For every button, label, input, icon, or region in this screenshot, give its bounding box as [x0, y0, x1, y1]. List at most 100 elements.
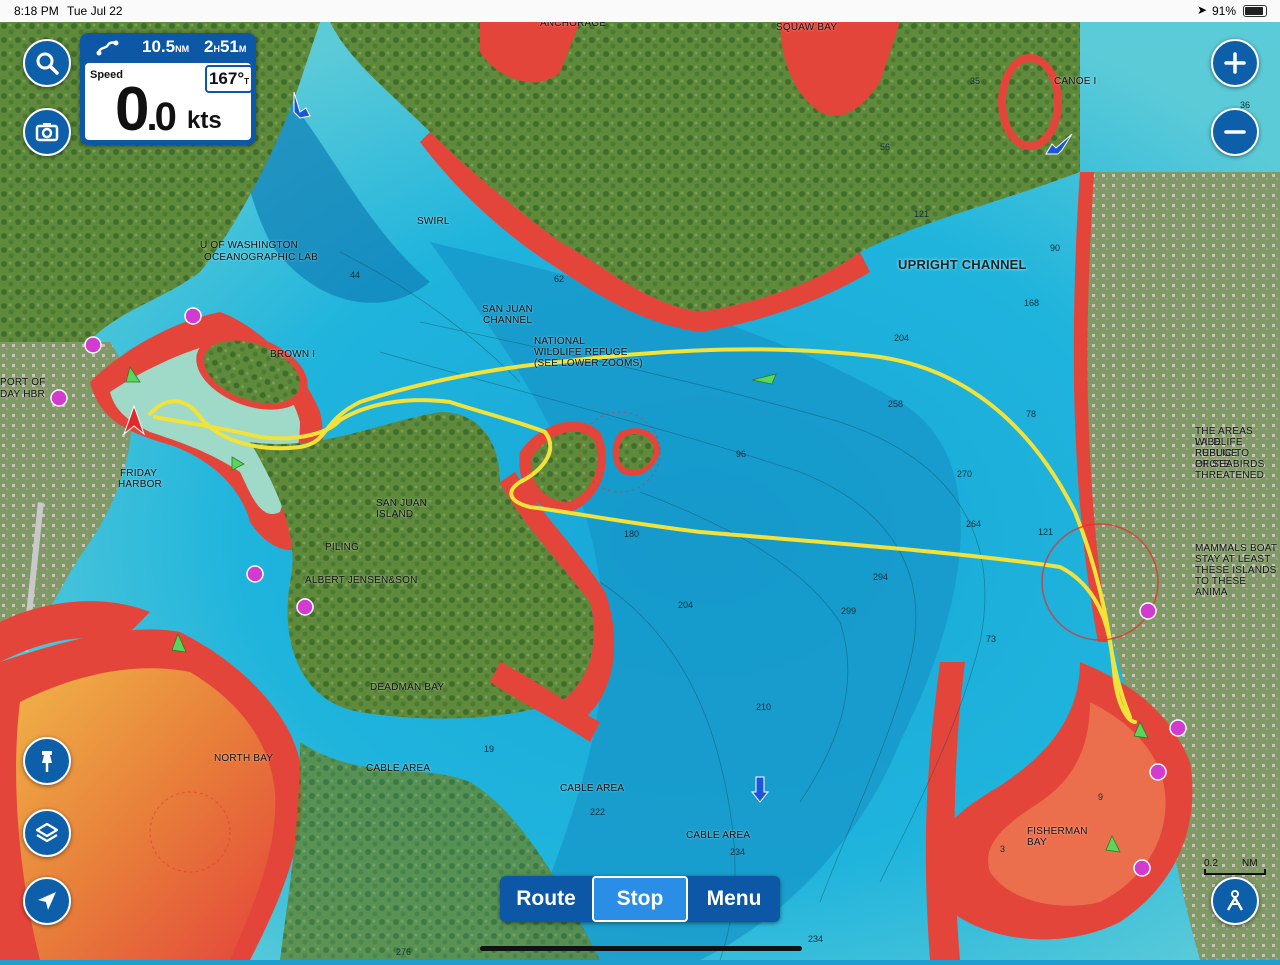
heading-unit: T: [244, 77, 250, 86]
depth-sounding: 44: [350, 270, 361, 280]
label-ocean-lab: OCEANOGRAPHIC LAB: [204, 252, 318, 263]
chart-canvas: [0, 22, 1280, 961]
label-cable-area-3: CABLE AREA: [686, 830, 751, 841]
depth-sounding: 294: [873, 572, 889, 582]
speed-panel: Speed 0.0 kts 167°T: [85, 63, 253, 141]
label-upright-channel: UPRIGHT CHANNEL: [898, 257, 1027, 272]
label-deadman-bay: DEADMAN BAY: [370, 682, 445, 693]
label-friday-harbor-1: FRIDAY: [120, 468, 158, 479]
depth-sounding: 234: [808, 934, 824, 944]
menu-button[interactable]: Menu: [688, 876, 780, 922]
eta-minutes: 51: [219, 37, 239, 56]
depth-sounding: 78: [1026, 409, 1037, 419]
label-fisherman-bay-1: FISHERMAN: [1027, 826, 1088, 837]
depth-sounding: 9: [1098, 792, 1104, 802]
locate-button[interactable]: [23, 877, 71, 925]
depth-sounding: 299: [841, 606, 857, 616]
speed-unit: kts: [187, 107, 222, 134]
zoom-in-button[interactable]: [1211, 39, 1259, 87]
depth-sounding: 96: [736, 449, 747, 459]
battery-icon: [1243, 5, 1267, 17]
depth-sounding: 56: [880, 142, 891, 152]
depth-sounding: 180: [624, 529, 640, 539]
route-icon: [96, 40, 119, 56]
speed-int: 0: [115, 75, 150, 144]
minus-icon: [1224, 130, 1246, 134]
label-cable-area-2: CABLE AREA: [560, 783, 625, 794]
depth-sounding: 62: [554, 274, 565, 284]
label-note2-4: TO THESE ANIMA: [1195, 576, 1247, 598]
depth-sounding: 121: [914, 209, 930, 219]
label-swirl: SWIRL: [417, 216, 450, 227]
label-nwr-3: (SEE LOWER ZOOMS): [534, 358, 643, 369]
label-nwr-1: NATIONAL: [534, 336, 585, 347]
label-nwr-2: WILDLIFE REFUGE: [534, 347, 628, 358]
depth-sounding: 168: [1024, 298, 1040, 308]
depth-sounding: 276: [396, 947, 412, 957]
pin-icon: [42, 751, 52, 772]
scale-unit: NM: [1242, 858, 1258, 869]
location-arrow-status-icon: ➤: [1197, 3, 1208, 17]
distance-value: 10.5: [142, 37, 176, 56]
bottom-toolbar: Route Stop Menu: [500, 876, 780, 922]
heading-readout: 167°T: [205, 65, 253, 93]
home-indicator[interactable]: [480, 946, 802, 951]
pin-button[interactable]: [23, 737, 71, 785]
status-date: Tue Jul 22: [67, 4, 123, 18]
distance-remaining: 10.5NM: [142, 37, 192, 59]
zoom-out-button[interactable]: [1211, 108, 1259, 156]
label-brown-island: BROWN I: [270, 349, 316, 360]
label-note1-5: THREATENED: [1195, 470, 1265, 481]
label-fisherman-bay-2: BAY: [1027, 837, 1047, 848]
layers-icon: [35, 822, 59, 843]
status-bar: 8:18 PM Tue Jul 22 ➤ 91%: [0, 0, 1280, 22]
label-port-of: PORT OF: [0, 377, 46, 388]
label-albert-jensen: ALBERT JENSEN&SON: [305, 575, 418, 586]
battery-percent: 91%: [1212, 4, 1237, 18]
heading-value: 167°: [208, 69, 245, 88]
label-piling: PILING: [325, 542, 359, 553]
plus-icon: [1224, 52, 1246, 74]
depth-sounding: 35: [970, 76, 981, 86]
label-canoe-island: CANOE I: [1054, 76, 1097, 87]
navigation-info-panel[interactable]: 10.5NM 2H51M Speed 0.0 kts 167°T: [80, 33, 256, 145]
label-uow: U OF WASHINGTON: [200, 240, 298, 251]
label-san-juan-island-2: ISLAND: [376, 509, 414, 520]
route-button[interactable]: Route: [500, 876, 592, 922]
depth-sounding: 270: [957, 469, 973, 479]
depth-sounding: 234: [730, 847, 746, 857]
label-friday-harbor-2: HARBOR: [118, 479, 162, 490]
depth-sounding: 19: [484, 744, 495, 754]
label-north-bay: NORTH BAY: [214, 753, 274, 764]
search-icon: [36, 52, 59, 75]
stop-button[interactable]: Stop: [592, 876, 688, 922]
distance-unit: NM: [175, 44, 190, 54]
depth-sounding: 3: [1000, 844, 1006, 854]
person-overboard-button[interactable]: [1211, 877, 1259, 925]
depth-sounding: 222: [590, 807, 606, 817]
depth-sounding: 90: [1050, 243, 1061, 253]
depth-sounding: 73: [986, 634, 997, 644]
depth-sounding: 264: [966, 519, 982, 529]
scale-bar: 0.2 NM: [1204, 858, 1266, 875]
time-remaining: 2H51M: [204, 37, 254, 59]
camera-icon: [35, 123, 59, 142]
depth-sounding: 121: [1038, 527, 1054, 537]
depth-sounding: 204: [678, 600, 694, 610]
search-button[interactable]: [23, 39, 71, 87]
depth-sounding: 210: [756, 702, 772, 712]
label-friday-hbr: DAY HBR: [0, 389, 45, 400]
nautical-chart-map[interactable]: SQUAW BAY ANCHORAGE U OF WASHINGTON OCEA…: [0, 18, 1280, 961]
label-san-juan-channel-2: CHANNEL: [483, 315, 533, 326]
label-san-juan-channel-1: SAN JUAN: [482, 304, 534, 315]
layers-button[interactable]: [23, 809, 71, 857]
label-note1-4: OF SEABIRDS: [1195, 459, 1265, 470]
status-time: 8:18 PM: [14, 4, 59, 18]
label-cable-area-1: CABLE AREA: [366, 763, 431, 774]
label-squaw-bay: SQUAW BAY: [776, 22, 838, 33]
depth-sounding: 204: [894, 333, 910, 343]
camera-button[interactable]: [23, 108, 71, 156]
speed-value: 0.0: [115, 79, 177, 148]
label-san-juan-island-1: SAN JUAN: [376, 498, 428, 509]
speed-decimal: .0: [146, 95, 176, 139]
